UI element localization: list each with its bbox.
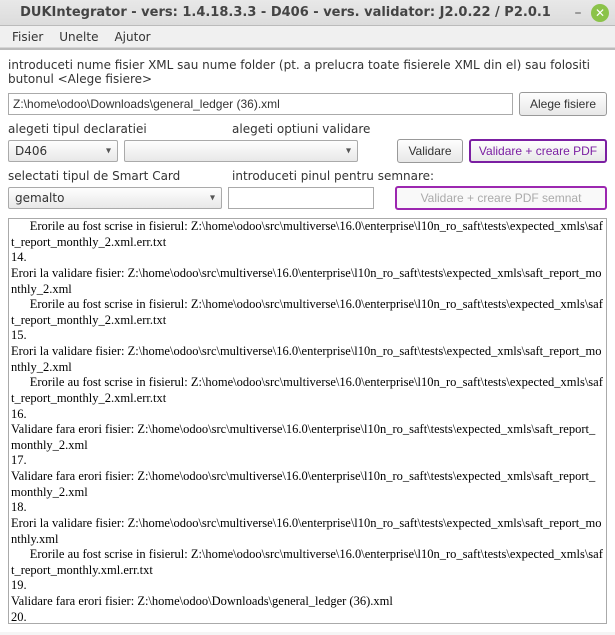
minimize-button[interactable]: – bbox=[569, 4, 587, 22]
menu-fisier[interactable]: Fisier bbox=[4, 28, 51, 46]
select-declaratie[interactable]: D406 bbox=[8, 140, 118, 162]
hint-text: introduceti nume fisier XML sau nume fol… bbox=[8, 58, 607, 86]
select-smartcard-value: gemalto bbox=[15, 191, 64, 205]
label-smartcard: selectati tipul de Smart Card bbox=[8, 169, 232, 183]
select-smartcard[interactable]: gemalto bbox=[8, 187, 222, 209]
main-content: introduceti nume fisier XML sau nume fol… bbox=[0, 48, 615, 632]
select-optiuni[interactable] bbox=[124, 140, 358, 162]
validate-create-pdf-button[interactable]: Validare + creare PDF bbox=[469, 139, 607, 163]
xml-path-input[interactable] bbox=[8, 93, 513, 115]
pin-input[interactable] bbox=[228, 187, 374, 209]
select-declaratie-value: D406 bbox=[15, 144, 47, 158]
menu-unelte[interactable]: Unelte bbox=[51, 28, 106, 46]
label-optiuni: alegeti optiuni validare bbox=[232, 122, 370, 136]
close-button[interactable]: ✕ bbox=[591, 4, 609, 22]
choose-files-button[interactable]: Alege fisiere bbox=[519, 92, 607, 116]
window-titlebar: DUKIntegrator - vers: 1.4.18.3.3 - D406 … bbox=[0, 0, 615, 26]
log-output[interactable]: Erorile au fost scrise in fisierul: Z:\h… bbox=[8, 218, 607, 624]
menu-ajutor[interactable]: Ajutor bbox=[106, 28, 158, 46]
validate-create-pdf-signed-button[interactable]: Validare + creare PDF semnat bbox=[395, 186, 607, 210]
validate-button[interactable]: Validare bbox=[397, 139, 463, 163]
menu-bar: Fisier Unelte Ajutor bbox=[0, 26, 615, 48]
label-pin: introduceti pinul pentru semnare: bbox=[232, 169, 434, 183]
label-declaratie: alegeti tipul declaratiei bbox=[8, 122, 232, 136]
window-title: DUKIntegrator - vers: 1.4.18.3.3 - D406 … bbox=[6, 5, 565, 20]
